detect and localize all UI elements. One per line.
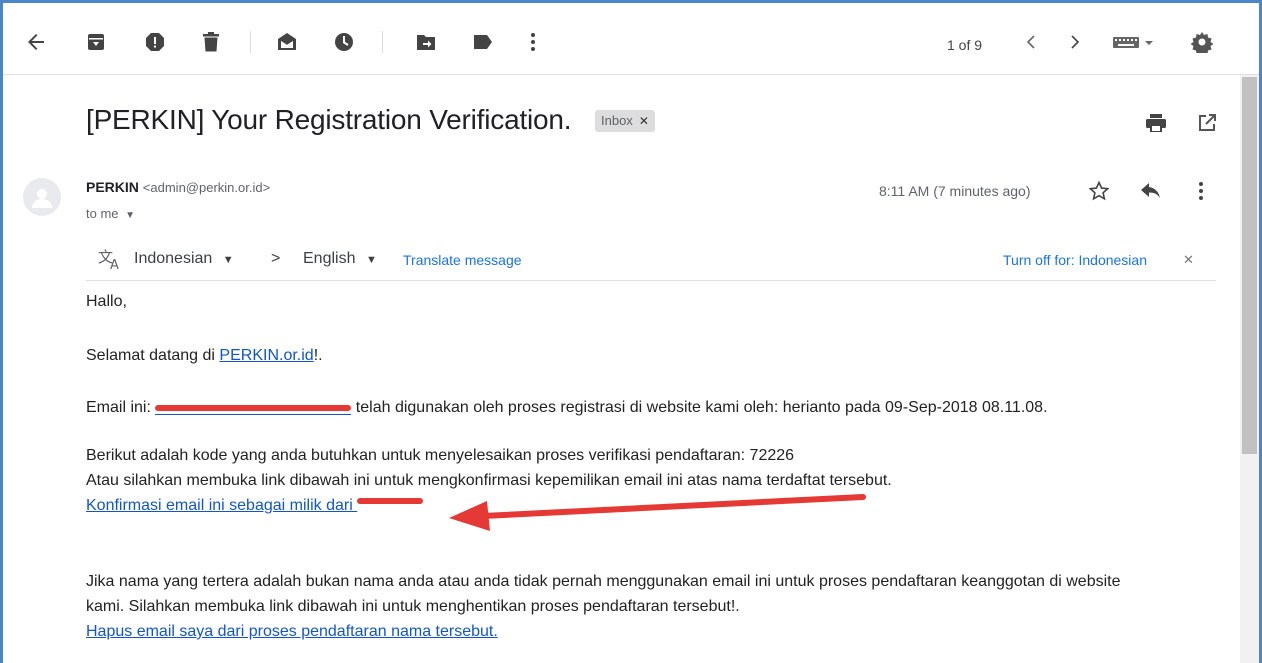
toolbar-divider: [250, 31, 251, 53]
pagination-count: 1 of 9: [947, 37, 983, 53]
move-to-icon[interactable]: [413, 29, 439, 55]
sender-email: <admin@perkin.or.id>: [142, 180, 271, 195]
redacted-email-link[interactable]: [155, 400, 352, 416]
delete-registration-line: Hapus email saya dari proses pendaftaran…: [86, 623, 498, 641]
back-arrow-icon[interactable]: [23, 29, 49, 55]
print-icon[interactable]: [1143, 110, 1169, 136]
archive-icon[interactable]: [83, 29, 109, 55]
email-usage-prefix: Email ini:: [86, 399, 156, 416]
scrollbar-thumb[interactable]: [1242, 77, 1257, 454]
chevron-right-icon[interactable]: [1062, 29, 1088, 55]
star-icon[interactable]: [1086, 178, 1112, 204]
turn-off-translation-link[interactable]: Turn off for: Indonesian: [1003, 252, 1147, 268]
svg-text:A: A: [110, 258, 119, 270]
email-timestamp: 8:11 AM (7 minutes ago): [879, 183, 1031, 199]
confirm-link-text: Konfirmasi email ini sebagai milik dari: [86, 497, 358, 514]
translate-bar: 文A Indonesian ▼ > English ▼ Translate me…: [86, 237, 1216, 281]
delete-registration-link[interactable]: Hapus email saya dari proses pendaftaran…: [86, 623, 498, 640]
welcome-prefix: Selamat datang di: [86, 347, 220, 364]
toolbar-divider: [382, 31, 383, 53]
sender-avatar: [23, 178, 61, 216]
message-more-options-icon[interactable]: [1188, 178, 1214, 204]
perkin-site-link[interactable]: PERKIN.or.id: [219, 347, 313, 364]
settings-gear-icon[interactable]: [1189, 29, 1215, 55]
annotation-arrow: [449, 494, 866, 531]
more-options-icon[interactable]: [520, 29, 546, 55]
greeting-text: Hallo,: [86, 293, 127, 310]
verification-code-line: Berikut adalah kode yang anda butuhkan u…: [86, 447, 795, 464]
redacted-name: [357, 497, 424, 512]
sender-line: PERKIN <admin@perkin.or.id>: [86, 179, 270, 195]
target-language-select[interactable]: English ▼: [303, 250, 377, 268]
open-in-new-window-icon[interactable]: [1194, 110, 1220, 136]
email-window: 1 of 9 [PERKIN] Your Registration Verifi…: [0, 0, 1262, 663]
label-tag-icon[interactable]: [470, 29, 496, 55]
report-spam-icon[interactable]: [142, 29, 168, 55]
toolbar: 1 of 9: [3, 3, 1259, 75]
input-tools-keyboard-icon[interactable]: [1111, 29, 1157, 55]
remove-label-icon[interactable]: ✕: [639, 110, 649, 132]
close-icon[interactable]: ✕: [1183, 252, 1194, 268]
snooze-clock-icon[interactable]: [331, 29, 357, 55]
welcome-line: Selamat datang di PERKIN.or.id!.: [86, 347, 323, 365]
translate-message-link[interactable]: Translate message: [403, 252, 522, 268]
chevron-right-icon: >: [271, 250, 281, 267]
notice-line-1: Jika nama yang tertera adalah bukan nama…: [86, 573, 1121, 590]
reply-icon[interactable]: [1138, 178, 1164, 204]
target-language-label: English: [303, 250, 356, 267]
email-usage-suffix: telah digunakan oleh proses registrasi d…: [351, 399, 1048, 416]
translate-icon: 文A: [98, 248, 122, 275]
caret-down-icon: ▼: [222, 254, 234, 266]
inbox-label-chip[interactable]: Inbox ✕: [595, 110, 655, 132]
source-language-label: Indonesian: [134, 250, 213, 267]
delete-icon[interactable]: [198, 29, 224, 55]
sender-name: PERKIN: [86, 179, 139, 195]
recipient-text: to me: [86, 206, 119, 221]
welcome-suffix: !.: [313, 347, 323, 364]
confirm-email-link[interactable]: Konfirmasi email ini sebagai milik dari: [86, 497, 424, 514]
caret-down-icon[interactable]: ▼: [125, 210, 135, 221]
recipient-details[interactable]: to me ▼: [86, 206, 135, 221]
label-text: Inbox: [601, 113, 633, 128]
mark-unread-icon[interactable]: [274, 29, 300, 55]
notice-line-2: kami. Silahkan membuka link dibawah ini …: [86, 598, 740, 615]
chevron-left-icon[interactable]: [1018, 29, 1044, 55]
confirm-instruction-line: Atau silahkan membuka link dibawah ini u…: [86, 472, 892, 489]
source-language-select[interactable]: Indonesian ▼: [134, 250, 234, 268]
caret-down-icon: ▼: [365, 254, 377, 266]
email-subject: [PERKIN] Your Registration Verification.: [86, 104, 572, 135]
confirm-line: Konfirmasi email ini sebagai milik dari: [86, 497, 424, 515]
email-usage-line: Email ini: telah digunakan oleh proses r…: [86, 399, 1048, 417]
